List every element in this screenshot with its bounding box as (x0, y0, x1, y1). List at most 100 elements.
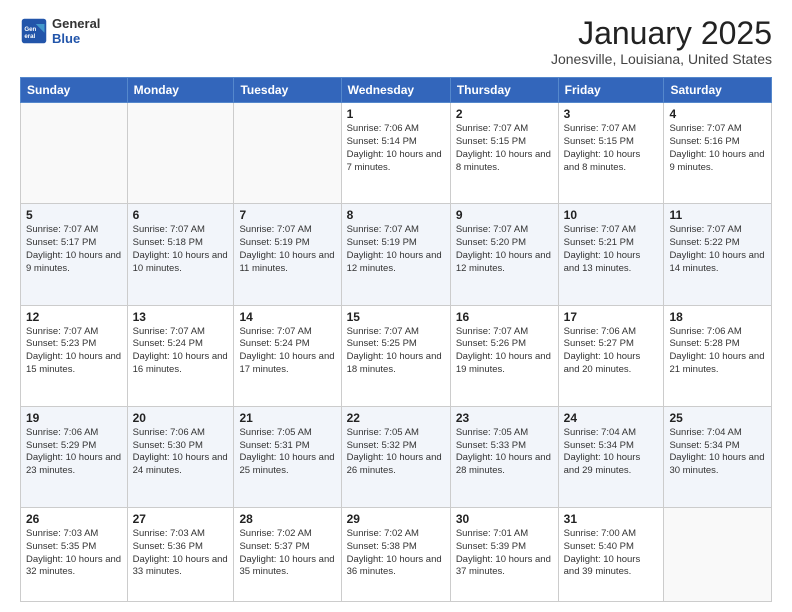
day-number: 15 (347, 310, 445, 324)
table-row: 18 Sunrise: 7:06 AMSunset: 5:28 PMDayligh… (664, 305, 772, 406)
day-info: Sunrise: 7:05 AMSunset: 5:32 PMDaylight:… (347, 427, 445, 478)
logo-blue-text: Blue (52, 31, 100, 46)
table-row: 21Sunrise: 7:05 AMSunset: 5:31 PMDayligh… (234, 406, 341, 507)
day-info: Sunrise: 7:07 AMSunset: 5:17 PMDaylight:… (26, 224, 122, 275)
table-row: 10 Sunrise: 7:07 AMSunset: 5:21 PMDayligh… (558, 204, 664, 305)
day-number: 22 (347, 411, 445, 425)
table-row (234, 103, 341, 204)
day-info: Sunrise: 7:07 AMSunset: 5:22 PMDaylight:… (669, 224, 766, 275)
day-info: Sunrise: 7:03 AMSunset: 5:36 PMDaylight:… (133, 528, 229, 579)
table-row: 5 Sunrise: 7:07 AMSunset: 5:17 PMDaylight… (21, 204, 128, 305)
day-info: Sunrise: 7:07 AMSunset: 5:25 PMDaylight:… (347, 326, 445, 377)
day-number: 16 (456, 310, 553, 324)
day-number: 11 (669, 208, 766, 222)
day-info: Sunrise: 7:06 AMSunset: 5:27 PMDaylight:… (564, 326, 659, 377)
table-row: 31 Sunrise: 7:00 AMSunset: 5:40 PMDayligh… (558, 507, 664, 601)
table-row: 28 Sunrise: 7:02 AMSunset: 5:37 PMDayligh… (234, 507, 341, 601)
table-row: 15 Sunrise: 7:07 AMSunset: 5:25 PMDayligh… (341, 305, 450, 406)
calendar-week-row: 26 Sunrise: 7:03 AMSunset: 5:35 PMDayligh… (21, 507, 772, 601)
table-row: 22 Sunrise: 7:05 AMSunset: 5:32 PMDayligh… (341, 406, 450, 507)
day-info: Sunrise: 7:05 AMSunset: 5:31 PMDaylight:… (239, 427, 335, 478)
location: Jonesville, Louisiana, United States (551, 51, 772, 67)
day-number: 7 (239, 208, 335, 222)
table-row: 6 Sunrise: 7:07 AMSunset: 5:18 PMDaylight… (127, 204, 234, 305)
table-row: 13Sunrise: 7:07 AMSunset: 5:24 PMDayligh… (127, 305, 234, 406)
day-info: Sunrise: 7:07 AMSunset: 5:21 PMDaylight:… (564, 224, 659, 275)
day-info: Sunrise: 7:02 AMSunset: 5:38 PMDaylight:… (347, 528, 445, 579)
day-info: Sunrise: 7:06 AMSunset: 5:30 PMDaylight:… (133, 427, 229, 478)
day-number: 6 (133, 208, 229, 222)
day-info: Sunrise: 7:07 AMSunset: 5:15 PMDaylight:… (564, 123, 659, 174)
table-row: 20 Sunrise: 7:06 AMSunset: 5:30 PMDayligh… (127, 406, 234, 507)
day-info: Sunrise: 7:06 AMSunset: 5:28 PMDaylight:… (669, 326, 766, 377)
day-number: 25 (669, 411, 766, 425)
table-row (664, 507, 772, 601)
day-info: Sunrise: 7:07 AMSunset: 5:19 PMDaylight:… (239, 224, 335, 275)
table-row: 24Sunrise: 7:04 AMSunset: 5:34 PMDayligh… (558, 406, 664, 507)
month-title: January 2025 (551, 16, 772, 51)
day-info: Sunrise: 7:07 AMSunset: 5:24 PMDaylight:… (239, 326, 335, 377)
day-number: 17 (564, 310, 659, 324)
day-number: 28 (239, 512, 335, 526)
day-info: Sunrise: 7:00 AMSunset: 5:40 PMDaylight:… (564, 528, 659, 579)
day-number: 10 (564, 208, 659, 222)
table-row: 12Sunrise: 7:07 AMSunset: 5:23 PMDayligh… (21, 305, 128, 406)
table-row: 19 Sunrise: 7:06 AMSunset: 5:29 PMDayligh… (21, 406, 128, 507)
day-number: 29 (347, 512, 445, 526)
col-saturday: Saturday (664, 78, 772, 103)
table-row: 11 Sunrise: 7:07 AMSunset: 5:22 PMDayligh… (664, 204, 772, 305)
day-info: Sunrise: 7:04 AMSunset: 5:34 PMDaylight:… (564, 427, 659, 478)
table-row: 25 Sunrise: 7:04 AMSunset: 5:34 PMDayligh… (664, 406, 772, 507)
day-number: 3 (564, 107, 659, 121)
table-row (21, 103, 128, 204)
col-monday: Monday (127, 78, 234, 103)
day-info: Sunrise: 7:07 AMSunset: 5:26 PMDaylight:… (456, 326, 553, 377)
day-number: 1 (347, 107, 445, 121)
day-info: Sunrise: 7:07 AMSunset: 5:16 PMDaylight:… (669, 123, 766, 174)
day-info: Sunrise: 7:04 AMSunset: 5:34 PMDaylight:… (669, 427, 766, 478)
page: Gen eral General Blue January 2025 Jones… (0, 0, 792, 612)
day-info: Sunrise: 7:02 AMSunset: 5:37 PMDaylight:… (239, 528, 335, 579)
day-number: 23 (456, 411, 553, 425)
table-row: 14Sunrise: 7:07 AMSunset: 5:24 PMDayligh… (234, 305, 341, 406)
logo-icon: Gen eral (20, 17, 48, 45)
table-row: 8Sunrise: 7:07 AMSunset: 5:19 PMDaylight… (341, 204, 450, 305)
col-tuesday: Tuesday (234, 78, 341, 103)
table-row: 9Sunrise: 7:07 AMSunset: 5:20 PMDaylight… (450, 204, 558, 305)
day-info: Sunrise: 7:05 AMSunset: 5:33 PMDaylight:… (456, 427, 553, 478)
day-number: 27 (133, 512, 229, 526)
day-number: 13 (133, 310, 229, 324)
day-info: Sunrise: 7:06 AMSunset: 5:29 PMDaylight:… (26, 427, 122, 478)
day-number: 19 (26, 411, 122, 425)
day-info: Sunrise: 7:07 AMSunset: 5:18 PMDaylight:… (133, 224, 229, 275)
calendar-week-row: 5 Sunrise: 7:07 AMSunset: 5:17 PMDaylight… (21, 204, 772, 305)
day-number: 26 (26, 512, 122, 526)
col-sunday: Sunday (21, 78, 128, 103)
table-row: 16 Sunrise: 7:07 AMSunset: 5:26 PMDayligh… (450, 305, 558, 406)
col-thursday: Thursday (450, 78, 558, 103)
day-info: Sunrise: 7:07 AMSunset: 5:23 PMDaylight:… (26, 326, 122, 377)
calendar-week-row: 1Sunrise: 7:06 AMSunset: 5:14 PMDaylight… (21, 103, 772, 204)
logo: Gen eral General Blue (20, 16, 100, 46)
table-row: 23 Sunrise: 7:05 AMSunset: 5:33 PMDayligh… (450, 406, 558, 507)
table-row: 29 Sunrise: 7:02 AMSunset: 5:38 PMDayligh… (341, 507, 450, 601)
title-block: January 2025 Jonesville, Louisiana, Unit… (551, 16, 772, 67)
day-info: Sunrise: 7:07 AMSunset: 5:15 PMDaylight:… (456, 123, 553, 174)
table-row: 3 Sunrise: 7:07 AMSunset: 5:15 PMDaylight… (558, 103, 664, 204)
day-number: 4 (669, 107, 766, 121)
day-number: 2 (456, 107, 553, 121)
day-number: 18 (669, 310, 766, 324)
day-number: 5 (26, 208, 122, 222)
day-number: 20 (133, 411, 229, 425)
table-row: 27 Sunrise: 7:03 AMSunset: 5:36 PMDayligh… (127, 507, 234, 601)
calendar-table: Sunday Monday Tuesday Wednesday Thursday… (20, 77, 772, 602)
calendar-header-row: Sunday Monday Tuesday Wednesday Thursday… (21, 78, 772, 103)
day-number: 31 (564, 512, 659, 526)
calendar-week-row: 19 Sunrise: 7:06 AMSunset: 5:29 PMDayligh… (21, 406, 772, 507)
table-row (127, 103, 234, 204)
table-row: 26 Sunrise: 7:03 AMSunset: 5:35 PMDayligh… (21, 507, 128, 601)
col-wednesday: Wednesday (341, 78, 450, 103)
header: Gen eral General Blue January 2025 Jones… (20, 16, 772, 67)
day-info: Sunrise: 7:03 AMSunset: 5:35 PMDaylight:… (26, 528, 122, 579)
table-row: 30Sunrise: 7:01 AMSunset: 5:39 PMDayligh… (450, 507, 558, 601)
